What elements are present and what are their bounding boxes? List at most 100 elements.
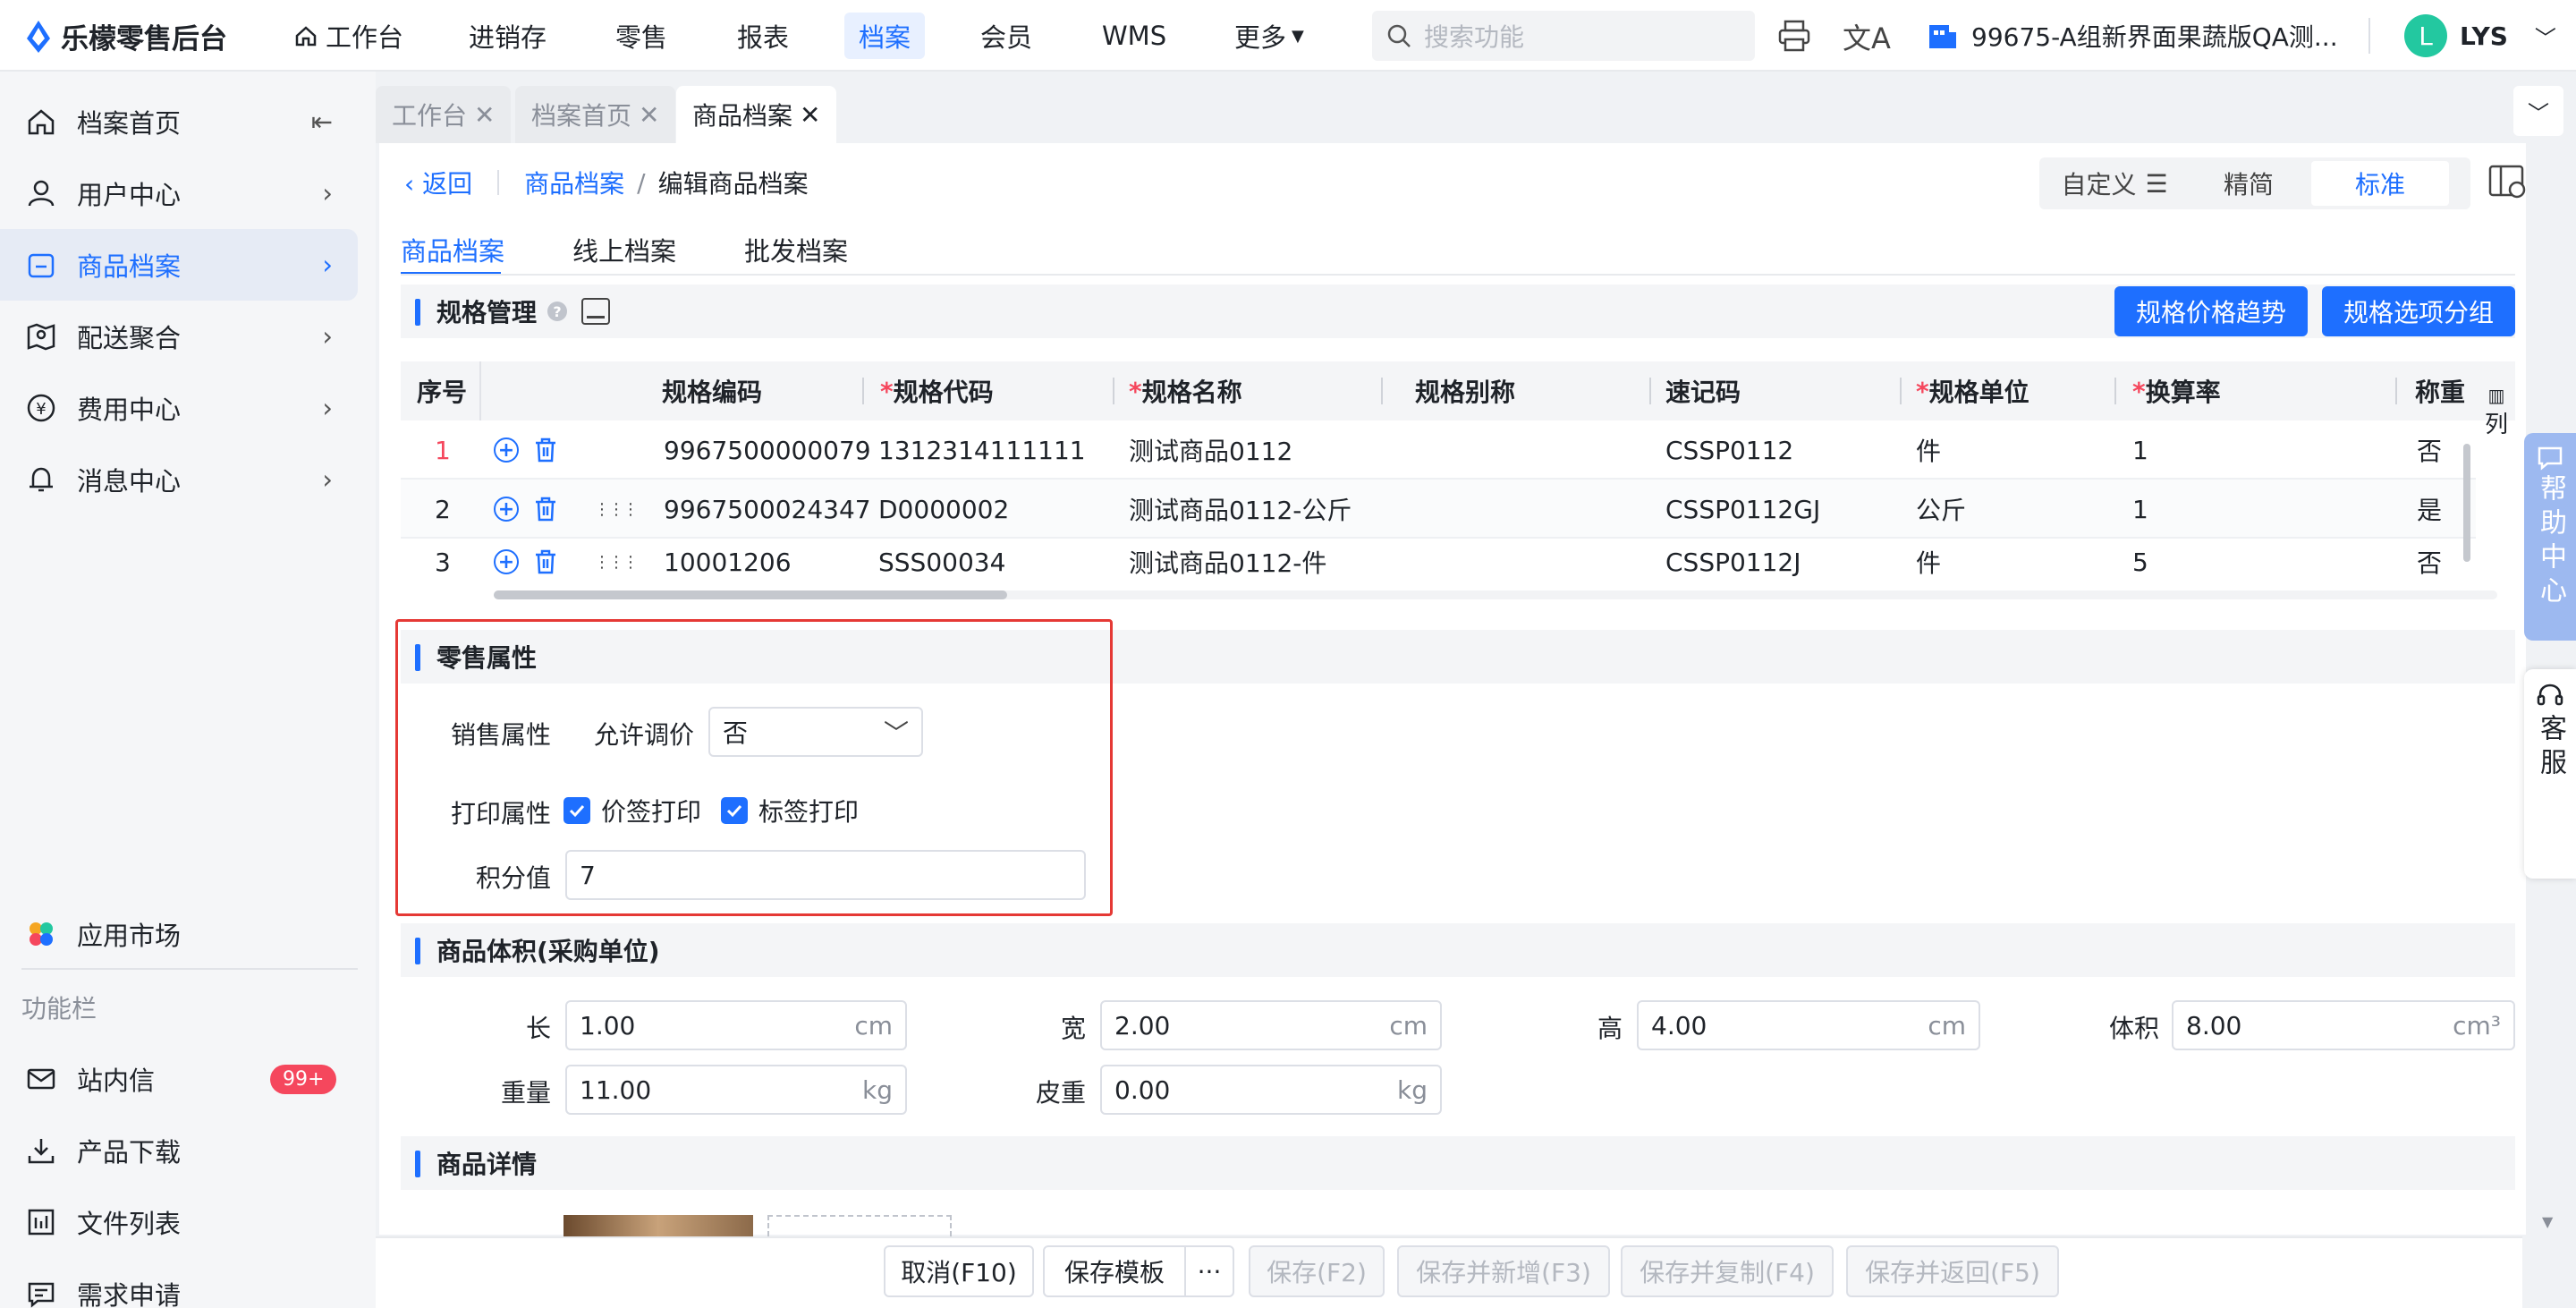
points-input[interactable]: 7: [565, 850, 1086, 900]
close-icon[interactable]: ✕: [639, 100, 659, 130]
height-input[interactable]: 4.00 cm: [1637, 1000, 1980, 1050]
store-selector[interactable]: 99675-A组新界面果蔬版QA测...: [1927, 18, 2338, 54]
scrollbar-thumb[interactable]: [494, 590, 1007, 599]
delete-icon[interactable]: [533, 496, 558, 522]
vertical-scrollbar[interactable]: [2463, 444, 2470, 562]
tab-workbench[interactable]: 工作台 ✕: [376, 86, 512, 143]
cell-unit[interactable]: 件: [1916, 539, 1941, 585]
length-input[interactable]: 1.00 cm: [565, 1000, 907, 1050]
sidebar-item-archive-home[interactable]: 档案首页 ⇤: [0, 86, 358, 157]
user-menu[interactable]: L LYS ﹀: [2404, 14, 2556, 57]
view-mode-simple[interactable]: 精简: [2186, 161, 2311, 206]
drag-handle-icon[interactable]: ⋮⋮⋮: [594, 500, 639, 519]
cell-short[interactable]: CSSP0112: [1665, 420, 1793, 480]
add-row-icon[interactable]: +: [494, 497, 519, 522]
layout-settings-icon[interactable]: [2487, 163, 2529, 202]
spec-price-trend-button[interactable]: 规格价格趋势: [2114, 286, 2308, 336]
sidebar-item-inbox[interactable]: 站内信 99+: [0, 1043, 358, 1115]
drag-handle-icon[interactable]: ⋮⋮⋮: [594, 553, 639, 572]
nav-wms[interactable]: WMS: [1088, 13, 1181, 59]
horizontal-scrollbar[interactable]: [494, 590, 2497, 599]
cell-spec-name[interactable]: 测试商品0112-件: [1129, 539, 1326, 585]
cell-spec-code[interactable]: 1312314111111: [878, 420, 1086, 480]
weight-input[interactable]: 11.00 kg: [565, 1065, 907, 1115]
label-print-checkbox[interactable]: 标签打印: [721, 793, 859, 828]
nav-more[interactable]: 更多 ▼: [1220, 13, 1318, 59]
sidebar-item-user-center[interactable]: 用户中心 ›: [0, 157, 358, 229]
translate-icon[interactable]: 文A: [1843, 16, 1891, 57]
product-image[interactable]: [564, 1215, 753, 1236]
nav-report[interactable]: 报表: [723, 13, 803, 59]
subtab-goods[interactable]: 商品档案: [401, 231, 504, 268]
save-button[interactable]: 保存(F2): [1249, 1245, 1385, 1297]
search-input[interactable]: 搜索功能: [1372, 11, 1755, 61]
checkbox-label: 标签打印: [758, 797, 860, 827]
tare-input[interactable]: 0.00 kg: [1100, 1065, 1442, 1115]
help-center-button[interactable]: 帮助中心: [2524, 433, 2576, 641]
nav-member[interactable]: 会员: [966, 13, 1046, 59]
sidebar-item-message-center[interactable]: 消息中心 ›: [0, 444, 358, 515]
add-row-icon[interactable]: +: [494, 549, 519, 574]
nav-workbench[interactable]: 工作台: [279, 13, 418, 59]
nav-inventory[interactable]: 进销存: [454, 13, 561, 59]
cell-short[interactable]: CSSP0112J: [1665, 539, 1801, 585]
nav-retail[interactable]: 零售: [601, 13, 682, 59]
collapse-sidebar-icon[interactable]: ⇤: [311, 106, 333, 137]
cell-spec-name[interactable]: 测试商品0112: [1129, 420, 1292, 480]
app-logo[interactable]: 乐檬零售后台: [25, 16, 227, 56]
cell-rate[interactable]: 1: [2132, 480, 2148, 539]
price-print-checkbox[interactable]: 价签打印: [564, 793, 701, 828]
cell-unit[interactable]: 件: [1916, 420, 1941, 480]
cell-short[interactable]: CSSP0112GJ: [1665, 480, 1820, 539]
back-link[interactable]: ‹ 返回: [404, 165, 472, 200]
cell-weigh[interactable]: 否: [2417, 539, 2442, 585]
allow-adjust-select[interactable]: 否 ﹀: [708, 707, 923, 757]
save-template-button[interactable]: 保存模板: [1043, 1245, 1186, 1297]
nav-archive[interactable]: 档案: [844, 13, 926, 59]
printer-icon[interactable]: [1776, 18, 1812, 54]
volume-input[interactable]: 8.00 cm³: [2172, 1000, 2515, 1050]
sidebar-item-goods-archive[interactable]: 商品档案 ›: [0, 229, 358, 301]
cell-unit[interactable]: 公斤: [1916, 480, 1966, 539]
avatar-letter: L: [2419, 21, 2433, 51]
scroll-down-arrow[interactable]: ▼: [2542, 1213, 2553, 1230]
width-input[interactable]: 2.00 cm: [1100, 1000, 1442, 1050]
save-return-button[interactable]: 保存并返回(F5): [1846, 1245, 2059, 1297]
cell-weigh[interactable]: 是: [2417, 480, 2442, 539]
view-mode-custom[interactable]: 自定义 ☰: [2043, 161, 2186, 206]
help-icon[interactable]: ?: [547, 302, 568, 321]
save-new-button[interactable]: 保存并新增(F3): [1397, 1245, 1610, 1297]
subtab-wholesale[interactable]: 批发档案: [744, 231, 848, 268]
customer-service-button[interactable]: 客服: [2524, 669, 2576, 879]
cell-spec-code[interactable]: D0000002: [878, 480, 1009, 539]
spec-option-group-button[interactable]: 规格选项分组: [2322, 286, 2515, 336]
close-icon[interactable]: ✕: [474, 100, 495, 130]
cell-spec-code[interactable]: SSS00034: [878, 539, 1005, 585]
sidebar-item-request[interactable]: 需求申请: [0, 1258, 358, 1308]
tab-dropdown-button[interactable]: ﹀: [2513, 86, 2563, 136]
tab-archive-home[interactable]: 档案首页 ✕: [515, 86, 676, 143]
column-settings[interactable]: ▥ 列: [2485, 385, 2508, 439]
delete-icon[interactable]: [533, 548, 558, 575]
sidebar-item-app-market[interactable]: 应用市场: [0, 898, 358, 970]
tab-goods-archive[interactable]: 商品档案 ✕: [676, 86, 837, 143]
upload-image-button[interactable]: [767, 1215, 952, 1236]
subtab-online[interactable]: 线上档案: [572, 231, 676, 268]
cell-rate[interactable]: 1: [2132, 420, 2148, 480]
add-row-icon[interactable]: +: [494, 437, 519, 463]
sidebar-item-download[interactable]: 产品下载: [0, 1115, 358, 1186]
delete-icon[interactable]: [533, 437, 558, 463]
sidebar-item-fee-center[interactable]: ¥ 费用中心 ›: [0, 372, 358, 444]
sidebar-item-file-list[interactable]: 文件列表: [0, 1186, 358, 1258]
expand-icon[interactable]: [581, 298, 611, 325]
cell-spec-name[interactable]: 测试商品0112-公斤: [1129, 480, 1352, 539]
close-icon[interactable]: ✕: [800, 100, 820, 130]
cell-weigh[interactable]: 否: [2417, 420, 2442, 480]
save-copy-button[interactable]: 保存并复制(F4): [1621, 1245, 1834, 1297]
view-mode-standard[interactable]: 标准: [2311, 161, 2449, 206]
cell-rate[interactable]: 5: [2132, 539, 2148, 585]
cancel-button[interactable]: 取消(F10): [884, 1245, 1034, 1297]
more-options-button[interactable]: ···: [1184, 1245, 1234, 1297]
breadcrumb-parent[interactable]: 商品档案: [524, 165, 624, 200]
sidebar-item-delivery[interactable]: 配送聚合 ›: [0, 301, 358, 372]
